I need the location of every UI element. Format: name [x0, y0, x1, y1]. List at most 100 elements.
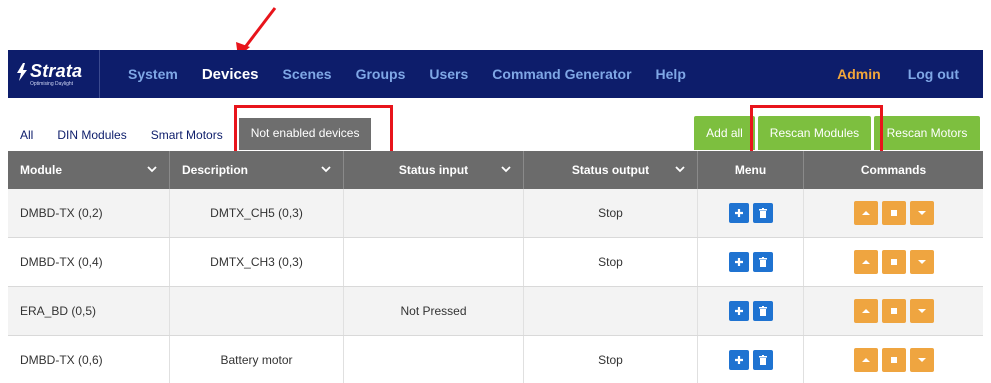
plus-icon — [734, 258, 743, 266]
tab-all[interactable]: All — [8, 128, 45, 150]
table-row: DMBD-TX (0,4) DMTX_CH3 (0,3) Stop — [8, 238, 983, 287]
cell-commands — [804, 189, 983, 237]
top-navbar: Strata Optimising Daylight System Device… — [8, 50, 983, 98]
arrow-down-icon — [917, 309, 926, 313]
delete-device-button[interactable] — [752, 350, 773, 370]
nav-item-command-generator[interactable]: Command Generator — [492, 66, 631, 82]
move-up-button[interactable] — [853, 201, 878, 225]
nav-item-groups[interactable]: Groups — [356, 66, 406, 82]
trash-icon — [758, 355, 767, 365]
header-module-label: Module — [20, 163, 62, 177]
header-status-output[interactable]: Status output — [524, 151, 698, 189]
table-header: Module Description Status input Status o… — [8, 151, 983, 189]
table-row: DMBD-TX (0,2) DMTX_CH5 (0,3) Stop — [8, 189, 983, 238]
cell-menu — [698, 238, 804, 286]
nav-item-scenes[interactable]: Scenes — [283, 66, 332, 82]
move-down-button[interactable] — [909, 250, 934, 274]
strata-logo[interactable]: Strata Optimising Daylight — [8, 50, 100, 98]
header-status-input[interactable]: Status input — [344, 151, 524, 189]
move-down-button[interactable] — [909, 348, 934, 372]
stop-icon — [890, 210, 897, 216]
nav-user-area: Admin Log out — [837, 50, 959, 98]
add-device-button[interactable] — [728, 301, 749, 321]
cell-status-output: Stop — [524, 336, 698, 383]
stop-button[interactable] — [881, 201, 906, 225]
arrow-up-icon — [861, 358, 870, 362]
trash-icon — [758, 208, 767, 218]
delete-device-button[interactable] — [752, 301, 773, 321]
bolt-icon — [17, 62, 27, 81]
nav-item-system[interactable]: System — [128, 66, 178, 82]
tab-smart-motors[interactable]: Smart Motors — [139, 128, 235, 150]
arrow-up-icon — [861, 309, 870, 313]
cell-description: DMTX_CH5 (0,3) — [170, 189, 344, 237]
cell-commands — [804, 336, 983, 383]
arrow-down-icon — [917, 211, 926, 215]
cell-description: DMTX_CH3 (0,3) — [170, 238, 344, 286]
cell-status-output — [524, 287, 698, 335]
nav-item-devices[interactable]: Devices — [202, 66, 259, 83]
delete-device-button[interactable] — [752, 203, 773, 223]
trash-icon — [758, 306, 767, 316]
arrow-down-icon — [917, 358, 926, 362]
plus-icon — [734, 356, 743, 364]
cell-description — [170, 287, 344, 335]
page: Strata Optimising Daylight System Device… — [0, 0, 991, 383]
cell-status-input — [344, 189, 524, 237]
logo-tagline: Optimising Daylight — [30, 81, 74, 87]
rescan-motors-button[interactable]: Rescan Motors — [874, 116, 980, 150]
add-device-button[interactable] — [728, 203, 749, 223]
cell-commands — [804, 287, 983, 335]
stop-icon — [890, 357, 897, 363]
chevron-down-icon[interactable] — [501, 164, 511, 174]
header-status-output-label: Status output — [571, 163, 650, 177]
rescan-modules-button[interactable]: Rescan Modules — [758, 116, 871, 150]
header-description-label: Description — [182, 163, 249, 177]
stop-button[interactable] — [881, 348, 906, 372]
cell-menu — [698, 336, 804, 383]
cell-status-input — [344, 238, 524, 286]
chevron-down-icon[interactable] — [147, 164, 157, 174]
stop-icon — [890, 308, 897, 314]
move-down-button[interactable] — [909, 201, 934, 225]
cell-module: DMBD-TX (0,2) — [8, 189, 170, 237]
cell-status-input: Not Pressed — [344, 287, 524, 335]
move-up-button[interactable] — [853, 348, 878, 372]
nav-menu: System Devices Scenes Groups Users Comma… — [128, 50, 710, 98]
header-menu-label: Menu — [734, 163, 767, 177]
cell-description: Battery motor — [170, 336, 344, 383]
header-module[interactable]: Module — [8, 151, 170, 189]
stop-button[interactable] — [881, 299, 906, 323]
add-all-button[interactable]: Add all — [694, 116, 755, 150]
move-up-button[interactable] — [853, 299, 878, 323]
admin-link[interactable]: Admin — [837, 66, 881, 82]
logo-text: Strata — [30, 61, 83, 81]
plus-icon — [734, 307, 743, 315]
arrow-up-icon — [861, 211, 870, 215]
device-actions: Add all Rescan Modules Rescan Motors — [694, 116, 980, 150]
logout-link[interactable]: Log out — [908, 66, 959, 82]
tab-not-enabled-devices[interactable]: Not enabled devices — [238, 118, 372, 150]
stop-button[interactable] — [881, 250, 906, 274]
cell-module: DMBD-TX (0,4) — [8, 238, 170, 286]
cell-module: ERA_BD (0,5) — [8, 287, 170, 335]
header-status-input-label: Status input — [398, 163, 469, 177]
chevron-down-icon[interactable] — [675, 164, 685, 174]
delete-device-button[interactable] — [752, 252, 773, 272]
add-device-button[interactable] — [728, 350, 749, 370]
arrow-up-icon — [861, 260, 870, 264]
cell-menu — [698, 287, 804, 335]
add-device-button[interactable] — [728, 252, 749, 272]
plus-icon — [734, 209, 743, 217]
cell-menu — [698, 189, 804, 237]
nav-item-users[interactable]: Users — [429, 66, 468, 82]
header-commands: Commands — [804, 151, 983, 189]
tab-din-modules[interactable]: DIN Modules — [45, 128, 138, 150]
chevron-down-icon[interactable] — [321, 164, 331, 174]
move-down-button[interactable] — [909, 299, 934, 323]
cell-status-output: Stop — [524, 238, 698, 286]
trash-icon — [758, 257, 767, 267]
header-description[interactable]: Description — [170, 151, 344, 189]
move-up-button[interactable] — [853, 250, 878, 274]
nav-item-help[interactable]: Help — [656, 66, 686, 82]
